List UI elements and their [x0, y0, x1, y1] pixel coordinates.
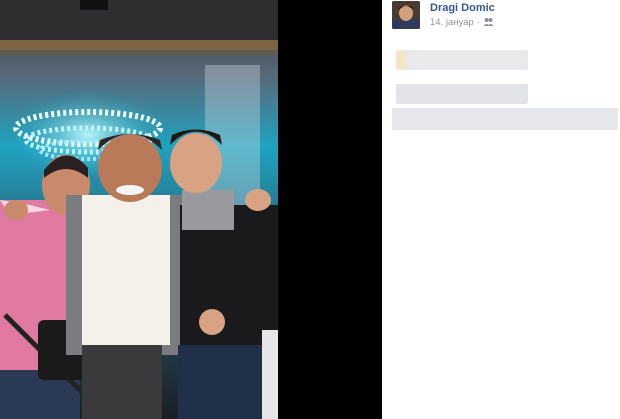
obscured-text-line [396, 50, 406, 70]
post-photo[interactable] [0, 0, 278, 419]
photo-viewer-stage[interactable] [0, 0, 382, 419]
post-side-panel: Dragi Domic 14. јануар · [382, 0, 620, 419]
obscured-text-line [396, 84, 528, 104]
obscured-text-line [396, 50, 528, 70]
obscured-text-line [392, 108, 618, 130]
obscured-caption-area [382, 0, 620, 150]
